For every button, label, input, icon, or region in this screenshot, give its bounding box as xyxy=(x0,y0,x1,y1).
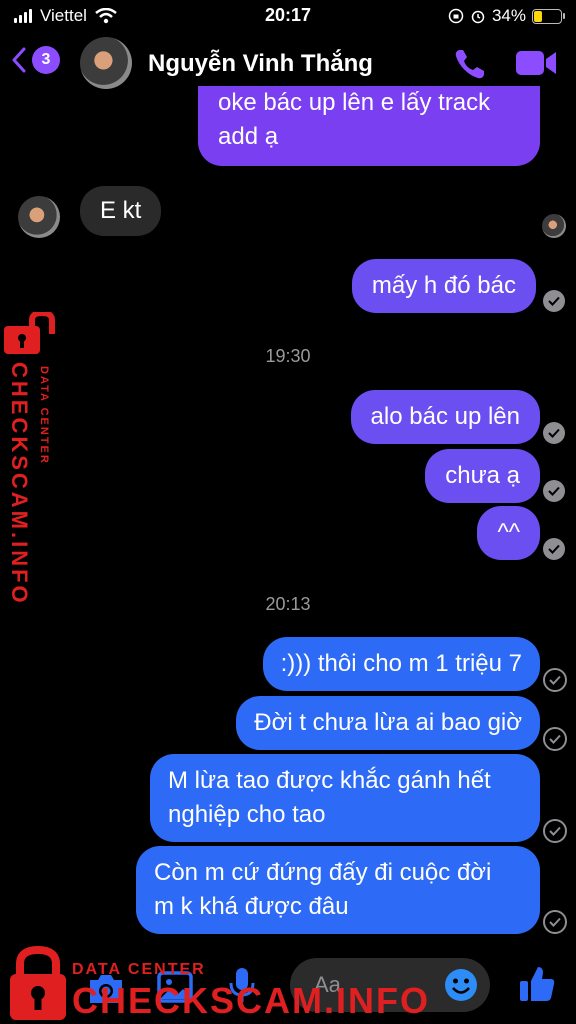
emoji-icon[interactable] xyxy=(444,968,478,1002)
message-bubble-sent[interactable]: :))) thôi cho m 1 triệu 7 xyxy=(262,637,540,691)
sent-check-icon xyxy=(543,910,567,934)
message-text: M lừa tao được khắc gánh hết xyxy=(168,767,491,794)
delivered-check-icon xyxy=(543,538,565,560)
message-bubble-sent[interactable]: ^^ xyxy=(477,506,540,560)
message-text-line2: nghiệp cho tao xyxy=(168,801,326,828)
delivered-check-icon xyxy=(543,422,565,444)
message-bubble-sent[interactable]: oke bác up lên e lấy track add ạ xyxy=(198,86,540,166)
watermark-bottom-big: CHECKSCAM.INFO xyxy=(72,980,430,1021)
watermark-lock-icon-bottom xyxy=(10,946,66,1020)
message-bubble-sent[interactable]: Còn m cứ đứng đấy đi cuộc đời m k khá đư… xyxy=(136,846,540,934)
alarm-icon xyxy=(471,10,485,24)
battery-percent: 34% xyxy=(491,6,526,25)
timestamp: 19:30 xyxy=(265,346,311,366)
message-text: chưa ạ xyxy=(445,462,520,489)
message-bubble-sent[interactable]: Đời t chưa lừa ai bao giờ xyxy=(236,696,540,750)
delivered-check-icon xyxy=(543,480,565,502)
watermark-text-small: DATA CENTER xyxy=(38,366,50,465)
back-button[interactable]: 3 xyxy=(12,46,60,74)
contact-name[interactable]: Nguyễn Vinh Thắng xyxy=(148,50,373,78)
contact-avatar-small xyxy=(18,196,60,238)
message-bubble-sent[interactable]: mấy h đó bác xyxy=(351,259,536,313)
message-text: :))) thôi cho m 1 triệu 7 xyxy=(280,650,522,677)
message-text: Còn m cứ đứng đấy đi cuộc đời xyxy=(154,859,492,886)
video-camera-icon[interactable] xyxy=(514,48,560,78)
message-bubble-sent[interactable]: alo bác up lên xyxy=(350,390,540,444)
watermark-side: CHECKSCAM.INFO DATA CENTER xyxy=(2,312,62,606)
delivered-check-icon xyxy=(543,290,565,312)
orientation-lock-icon xyxy=(448,8,464,24)
message-text-line2: m k khá được đâu xyxy=(154,893,349,920)
sent-check-icon xyxy=(543,668,567,692)
message-text: Đời t chưa lừa ai bao giờ xyxy=(254,709,522,736)
status-bar: Viettel 20:17 34% xyxy=(0,0,576,32)
phone-icon[interactable] xyxy=(452,46,488,82)
battery-fill xyxy=(534,10,542,22)
battery-icon xyxy=(532,8,565,24)
back-chevron-icon xyxy=(12,47,26,73)
timestamp: 20:13 xyxy=(265,594,311,614)
watermark-text-big: CHECKSCAM.INFO xyxy=(7,362,32,606)
message-text: mấy h đó bác xyxy=(371,272,516,299)
message-text-line2: add ạ xyxy=(218,123,279,150)
message-bubble-sent[interactable]: M lừa tao được khắc gánh hết nghiệp cho … xyxy=(150,754,540,842)
message-text: alo bác up lên xyxy=(370,403,520,430)
message-bubble-received[interactable]: E kt xyxy=(80,186,162,236)
message-text: E kt xyxy=(100,197,142,224)
message-text: oke bác up lên e lấy track xyxy=(218,89,491,116)
watermark-bottom-small: DATA CENTER xyxy=(72,961,206,978)
sent-check-icon xyxy=(543,727,567,751)
unread-count-badge: 3 xyxy=(32,46,60,74)
status-right: 34% xyxy=(448,6,565,26)
watermark-lock-icon xyxy=(4,312,55,354)
contact-avatar[interactable] xyxy=(80,37,132,89)
message-text: ^^ xyxy=(497,519,520,546)
message-bubble-sent[interactable]: chưa ạ xyxy=(425,449,540,503)
seen-avatar xyxy=(542,214,566,238)
sent-check-icon xyxy=(543,819,567,843)
thumbs-up-icon[interactable] xyxy=(518,964,556,1004)
